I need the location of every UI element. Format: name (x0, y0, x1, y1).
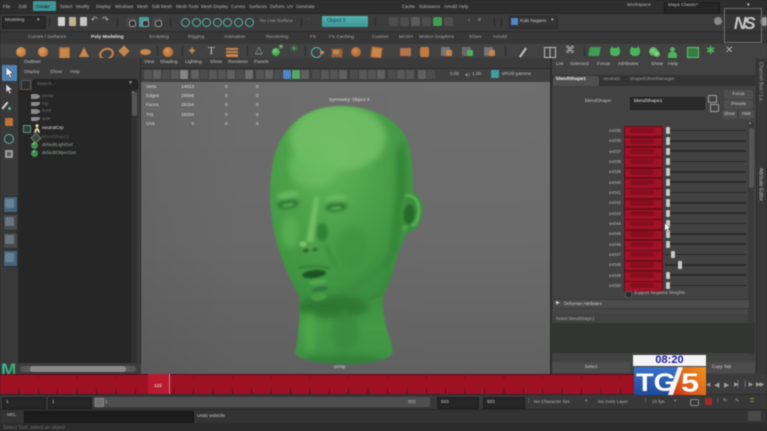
svg-text:TG: TG (636, 369, 676, 395)
svg-text:5: 5 (681, 368, 699, 396)
